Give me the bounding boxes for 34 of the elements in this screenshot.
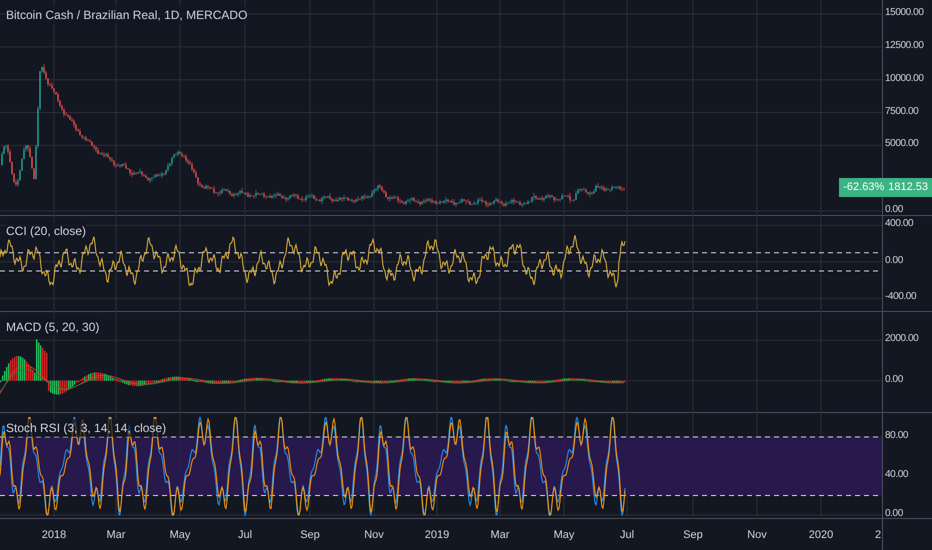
price-axis-label: -400.00: [885, 292, 916, 302]
time-axis-label: 2018: [42, 528, 66, 543]
price-axis-label: 0.00: [885, 509, 903, 519]
time-axis-label: Sep: [683, 528, 703, 543]
change-percent: -62.63%: [843, 180, 884, 196]
indicator-legend: Bitcoin Cash / Brazilian Real, 1D, MERCADO: [6, 6, 248, 24]
price-axis-label: 0.00: [885, 256, 903, 266]
price-axis-label: 80.00: [885, 430, 908, 441]
time-axis-label: Jul: [238, 528, 252, 543]
time-axis-label: Mar: [490, 528, 510, 543]
indicator-legend: CCI (20, close): [6, 222, 86, 240]
time-axis-label: Mar: [106, 528, 126, 543]
time-axis-label: 2: [874, 528, 882, 543]
price-axis-label: 10000.00: [885, 74, 924, 84]
price-axis-label: 15000.00: [885, 8, 924, 18]
time-axis-label: May: [170, 528, 190, 543]
price-axis-label: 7500.00: [885, 106, 918, 117]
last-price: 1812.53: [888, 180, 928, 196]
price-axis-label: 2000.00: [885, 334, 918, 344]
price-axis-label: 400.00: [885, 219, 914, 230]
price-axis-label: 40.00: [885, 470, 908, 480]
time-axis-label: Jul: [620, 528, 634, 543]
indicator-legend: Stoch RSI (3, 3, 14, 14, close): [6, 419, 166, 437]
price-axis-label: 12500.00: [885, 40, 924, 51]
time-axis-label: Sep: [300, 528, 320, 543]
price-axis-label: 0.00: [885, 204, 903, 215]
time-axis-label: 2019: [424, 528, 450, 543]
time-axis-label: 2020: [808, 528, 834, 543]
time-axis-label: May: [554, 528, 574, 543]
time-axis-label: Nov: [364, 528, 384, 543]
price-axis-label: 5000.00: [885, 139, 918, 150]
price-axis-label: 0.00: [885, 374, 903, 385]
time-axis-label: Nov: [747, 528, 767, 543]
indicator-legend: MACD (5, 20, 30): [6, 318, 100, 336]
